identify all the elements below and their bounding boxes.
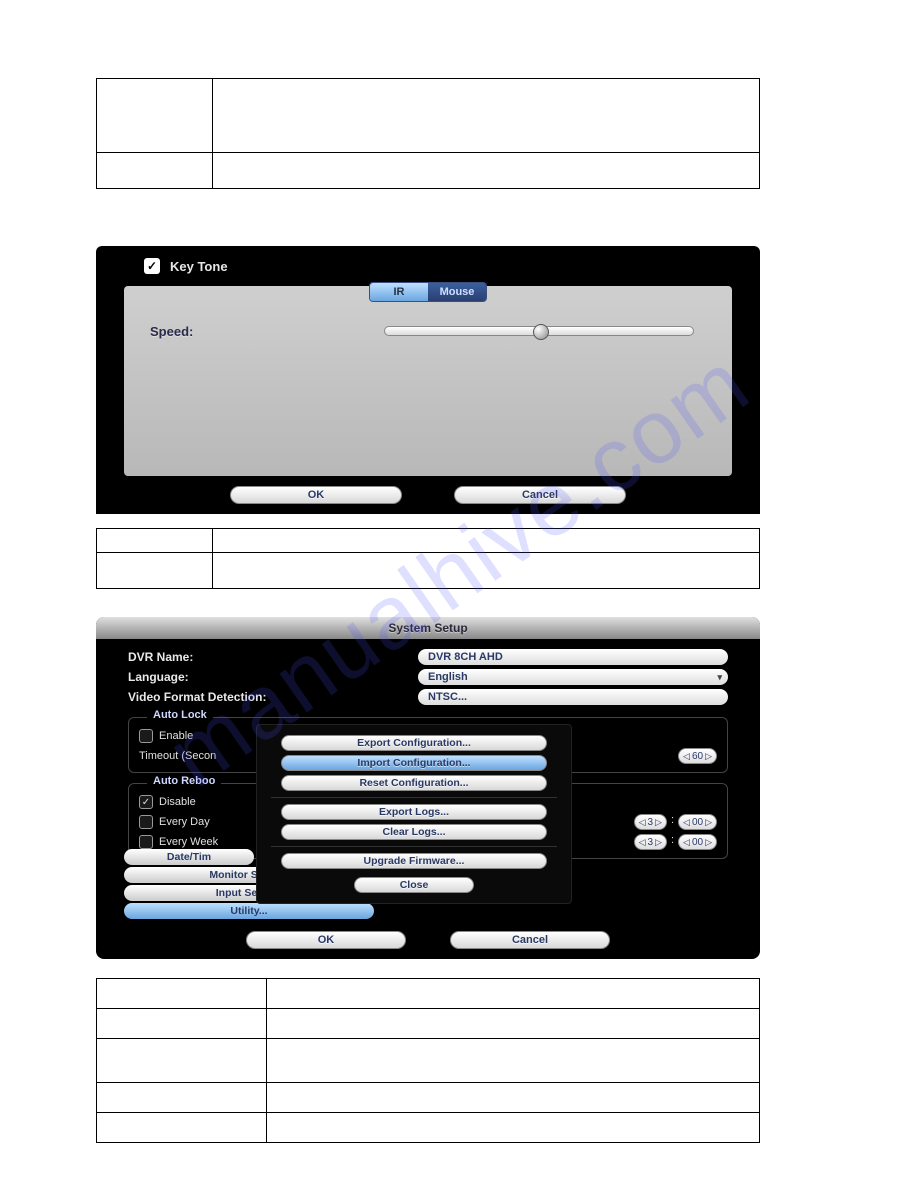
table-cell	[97, 553, 213, 589]
tab-row: IR Mouse	[369, 282, 487, 302]
speed-slider[interactable]	[384, 326, 694, 336]
table-cell	[212, 529, 759, 553]
cancel-button[interactable]: Cancel	[454, 486, 626, 504]
keytone-label: Key Tone	[170, 259, 228, 274]
timeout-stepper[interactable]: ◁60▷	[678, 748, 717, 764]
table-cell	[97, 979, 267, 1009]
vfd-button[interactable]: NTSC...	[418, 689, 728, 705]
dvr-name-label: DVR Name:	[128, 650, 418, 664]
speed-label: Speed:	[150, 324, 193, 339]
reset-config-button[interactable]: Reset Configuration...	[281, 775, 547, 791]
table-cell	[97, 1083, 267, 1113]
table-cell	[97, 1039, 267, 1083]
divider	[271, 797, 557, 798]
table-cell	[97, 153, 213, 189]
tab-ir[interactable]: IR	[370, 283, 428, 301]
table-cell	[266, 979, 759, 1009]
ok-button[interactable]: OK	[246, 931, 406, 949]
language-label: Language:	[128, 670, 418, 684]
table-mid	[96, 528, 760, 589]
screenshot-system-setup: System Setup DVR Name: DVR 8CH AHD Langu…	[96, 617, 760, 959]
table-cell	[97, 79, 213, 153]
everyday-label: Every Day	[159, 816, 210, 828]
table-cell	[97, 1113, 267, 1143]
timeout-label: Timeout (Secon	[139, 750, 216, 762]
autolock-title: Auto Lock	[147, 709, 213, 721]
disable-checkbox[interactable]	[139, 795, 153, 809]
table-cell	[212, 153, 759, 189]
table-cell	[97, 1009, 267, 1039]
import-config-button[interactable]: Import Configuration...	[281, 755, 547, 771]
export-logs-button[interactable]: Export Logs...	[281, 804, 547, 820]
table-bottom	[96, 978, 760, 1143]
upgrade-firmware-button[interactable]: Upgrade Firmware...	[281, 853, 547, 869]
language-select[interactable]: English	[418, 669, 728, 685]
screenshot-keytone: ✓ Key Tone IR Mouse Speed: OK Cancel	[96, 246, 760, 514]
hour-stepper-2[interactable]: ◁3▷	[634, 834, 667, 850]
table-cell	[266, 1083, 759, 1113]
table-cell	[97, 529, 213, 553]
cancel-button[interactable]: Cancel	[450, 931, 610, 949]
table-top	[96, 78, 760, 189]
table-cell	[212, 553, 759, 589]
autoreboot-title: Auto Reboo	[147, 775, 221, 787]
utility-button[interactable]: Utility...	[124, 903, 374, 919]
everyday-checkbox[interactable]	[139, 815, 153, 829]
slider-knob[interactable]	[533, 324, 549, 340]
table-cell	[266, 1039, 759, 1083]
ok-button[interactable]: OK	[230, 486, 402, 504]
hour-stepper[interactable]: ◁3▷	[634, 814, 667, 830]
keytone-checkbox[interactable]: ✓	[144, 258, 160, 274]
disable-label: Disable	[159, 796, 196, 808]
table-cell	[266, 1113, 759, 1143]
divider	[271, 846, 557, 847]
utility-popup: Export Configuration... Import Configura…	[256, 724, 572, 904]
min-stepper-2[interactable]: ◁00▷	[678, 834, 717, 850]
table-cell	[266, 1009, 759, 1039]
datetime-button[interactable]: Date/Tim	[124, 849, 254, 865]
export-config-button[interactable]: Export Configuration...	[281, 735, 547, 751]
dvr-name-input[interactable]: DVR 8CH AHD	[418, 649, 728, 665]
enable-checkbox[interactable]	[139, 729, 153, 743]
clear-logs-button[interactable]: Clear Logs...	[281, 824, 547, 840]
enable-label: Enable	[159, 730, 193, 742]
table-cell	[212, 79, 759, 153]
tab-mouse[interactable]: Mouse	[428, 283, 486, 301]
close-button[interactable]: Close	[354, 877, 474, 893]
vfd-label: Video Format Detection:	[128, 690, 418, 704]
window-title: System Setup	[96, 617, 760, 639]
min-stepper[interactable]: ◁00▷	[678, 814, 717, 830]
